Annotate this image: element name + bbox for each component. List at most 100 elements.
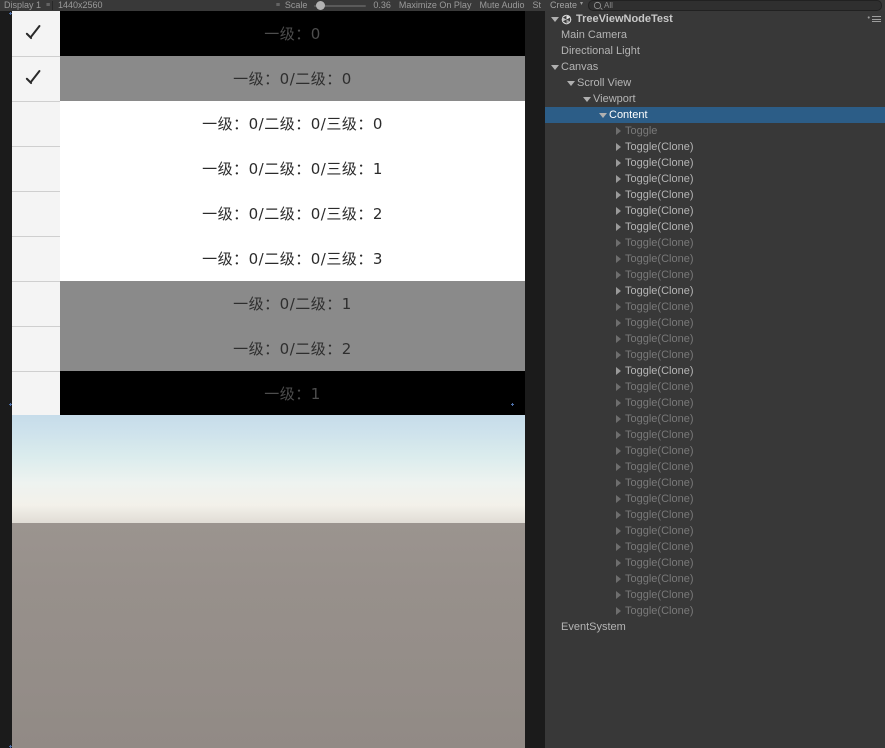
chevron-right-icon[interactable] xyxy=(614,494,623,504)
chevron-right-icon[interactable] xyxy=(614,174,623,184)
chevron-right-icon[interactable] xyxy=(614,606,623,616)
hierarchy-row[interactable]: Scroll View xyxy=(545,75,885,91)
chevron-right-icon[interactable] xyxy=(614,190,623,200)
chevron-down-icon[interactable] xyxy=(550,63,559,72)
hierarchy-row[interactable]: Toggle(Clone) xyxy=(545,139,885,155)
maximize-on-play-toggle[interactable]: Maximize On Play xyxy=(395,0,476,11)
rect-handle-mid-right[interactable] xyxy=(511,403,514,406)
hierarchy-row[interactable]: Toggle(Clone) xyxy=(545,491,885,507)
hierarchy-row[interactable]: Toggle(Clone) xyxy=(545,587,885,603)
hierarchy-row[interactable]: Toggle(Clone) xyxy=(545,539,885,555)
hierarchy-row[interactable]: Toggle(Clone) xyxy=(545,171,885,187)
hierarchy-row[interactable]: Toggle(Clone) xyxy=(545,507,885,523)
hierarchy-search-input[interactable]: All xyxy=(588,0,882,11)
hierarchy-row[interactable]: Toggle(Clone) xyxy=(545,427,885,443)
tree-row-checkbox[interactable] xyxy=(12,191,60,236)
hierarchy-row[interactable]: Viewport xyxy=(545,91,885,107)
tree-row-checkbox[interactable] xyxy=(12,371,60,416)
hierarchy-row[interactable]: EventSystem xyxy=(545,619,885,635)
chevron-right-icon[interactable] xyxy=(614,270,623,280)
hierarchy-row[interactable]: Toggle(Clone) xyxy=(545,603,885,619)
chevron-right-icon[interactable] xyxy=(614,542,623,552)
chevron-right-icon[interactable] xyxy=(614,126,623,136)
scale-slider[interactable] xyxy=(314,1,367,10)
resolution-dropdown[interactable]: 1440x2560 xyxy=(54,0,107,11)
tree-row-checkbox[interactable] xyxy=(12,146,60,191)
hierarchy-row[interactable]: Canvas xyxy=(545,59,885,75)
display-dropdown[interactable]: Display 1 xyxy=(0,0,45,11)
hierarchy-menu-icon[interactable] xyxy=(868,14,881,24)
hierarchy-row[interactable]: Toggle(Clone) xyxy=(545,331,885,347)
hierarchy-row[interactable]: Toggle(Clone) xyxy=(545,459,885,475)
rect-handle-top-left[interactable] xyxy=(9,12,12,15)
chevron-right-icon[interactable] xyxy=(614,366,623,376)
chevron-right-icon[interactable] xyxy=(614,318,623,328)
chevron-right-icon[interactable] xyxy=(614,590,623,600)
chevron-right-icon[interactable] xyxy=(614,510,623,520)
tree-view-row[interactable]: 一级：0/二级：0/三级：3 xyxy=(12,236,525,281)
rect-handle-mid-left[interactable] xyxy=(9,403,12,406)
game-view-canvas[interactable]: 一级：0 一级：0/二级：0 一级：0/二级：0/三级：0 一级：0/二级：0/三级：… xyxy=(0,11,545,748)
hierarchy-row[interactable]: Toggle(Clone) xyxy=(545,347,885,363)
tree-view-row[interactable]: 一级：0 xyxy=(12,11,525,56)
tree-view-row[interactable]: 一级：0/二级：1 xyxy=(12,281,525,326)
hierarchy-row[interactable]: Toggle(Clone) xyxy=(545,283,885,299)
chevron-right-icon[interactable] xyxy=(614,334,623,344)
chevron-right-icon[interactable] xyxy=(614,462,623,472)
chevron-right-icon[interactable] xyxy=(614,206,623,216)
tree-row-checkbox[interactable] xyxy=(12,11,60,56)
hierarchy-row[interactable]: Toggle(Clone) xyxy=(545,475,885,491)
hierarchy-row[interactable]: Toggle(Clone) xyxy=(545,219,885,235)
tree-view-row[interactable]: 一级：0/二级：0 xyxy=(12,56,525,101)
hierarchy-row[interactable]: Toggle(Clone) xyxy=(545,523,885,539)
tree-view-row[interactable]: 一级：1 xyxy=(12,371,525,416)
tree-view-scroll-list[interactable]: 一级：0 一级：0/二级：0 一级：0/二级：0/三级：0 一级：0/二级：0/三级：… xyxy=(12,11,525,416)
chevron-right-icon[interactable] xyxy=(614,286,623,296)
tree-view-row[interactable]: 一级：0/二级：0/三级：1 xyxy=(12,146,525,191)
hierarchy-tree[interactable]: TreeViewNodeTest • Main Camera Directiona… xyxy=(545,11,885,748)
hierarchy-row[interactable]: Toggle(Clone) xyxy=(545,571,885,587)
hierarchy-row[interactable]: Toggle(Clone) xyxy=(545,299,885,315)
chevron-right-icon[interactable] xyxy=(614,382,623,392)
hierarchy-row[interactable]: Directional Light xyxy=(545,43,885,59)
tree-view-row[interactable]: 一级：0/二级：0/三级：0 xyxy=(12,101,525,146)
hierarchy-row[interactable]: Main Camera xyxy=(545,27,885,43)
tree-row-checkbox[interactable] xyxy=(12,56,60,101)
chevron-down-icon[interactable] xyxy=(550,15,559,24)
mute-audio-toggle[interactable]: Mute Audio xyxy=(475,0,528,11)
tree-view-row[interactable]: 一级：0/二级：2 xyxy=(12,326,525,371)
tree-row-checkbox[interactable] xyxy=(12,236,60,281)
hierarchy-row[interactable]: Toggle(Clone) xyxy=(545,443,885,459)
chevron-down-icon[interactable] xyxy=(582,95,591,104)
chevron-right-icon[interactable] xyxy=(614,238,623,248)
chevron-right-icon[interactable] xyxy=(614,398,623,408)
hierarchy-row-selected[interactable]: Content xyxy=(545,107,885,123)
hierarchy-row[interactable]: Toggle(Clone) xyxy=(545,251,885,267)
chevron-right-icon[interactable] xyxy=(614,430,623,440)
hierarchy-row[interactable]: Toggle(Clone) xyxy=(545,395,885,411)
chevron-right-icon[interactable] xyxy=(614,302,623,312)
stats-toggle[interactable]: St xyxy=(528,0,545,11)
hierarchy-row[interactable]: Toggle(Clone) xyxy=(545,267,885,283)
chevron-right-icon[interactable] xyxy=(614,414,623,424)
hierarchy-scene-row[interactable]: TreeViewNodeTest • xyxy=(545,11,885,27)
hierarchy-row[interactable]: Toggle(Clone) xyxy=(545,187,885,203)
create-button[interactable]: Create ▾ xyxy=(545,0,586,11)
hierarchy-row[interactable]: Toggle(Clone) xyxy=(545,555,885,571)
chevron-right-icon[interactable] xyxy=(614,158,623,168)
chevron-right-icon[interactable] xyxy=(614,350,623,360)
chevron-right-icon[interactable] xyxy=(614,574,623,584)
scale-slider-knob[interactable] xyxy=(316,1,326,10)
tree-row-checkbox[interactable] xyxy=(12,326,60,371)
hierarchy-row[interactable]: Toggle(Clone) xyxy=(545,315,885,331)
tree-row-checkbox[interactable] xyxy=(12,281,60,326)
chevron-right-icon[interactable] xyxy=(614,222,623,232)
hierarchy-row[interactable]: Toggle(Clone) xyxy=(545,235,885,251)
hierarchy-row[interactable]: Toggle(Clone) xyxy=(545,379,885,395)
chevron-right-icon[interactable] xyxy=(614,254,623,264)
hierarchy-row[interactable]: Toggle(Clone) xyxy=(545,203,885,219)
chevron-right-icon[interactable] xyxy=(614,478,623,488)
chevron-right-icon[interactable] xyxy=(614,446,623,456)
chevron-right-icon[interactable] xyxy=(614,526,623,536)
chevron-down-icon[interactable] xyxy=(566,79,575,88)
